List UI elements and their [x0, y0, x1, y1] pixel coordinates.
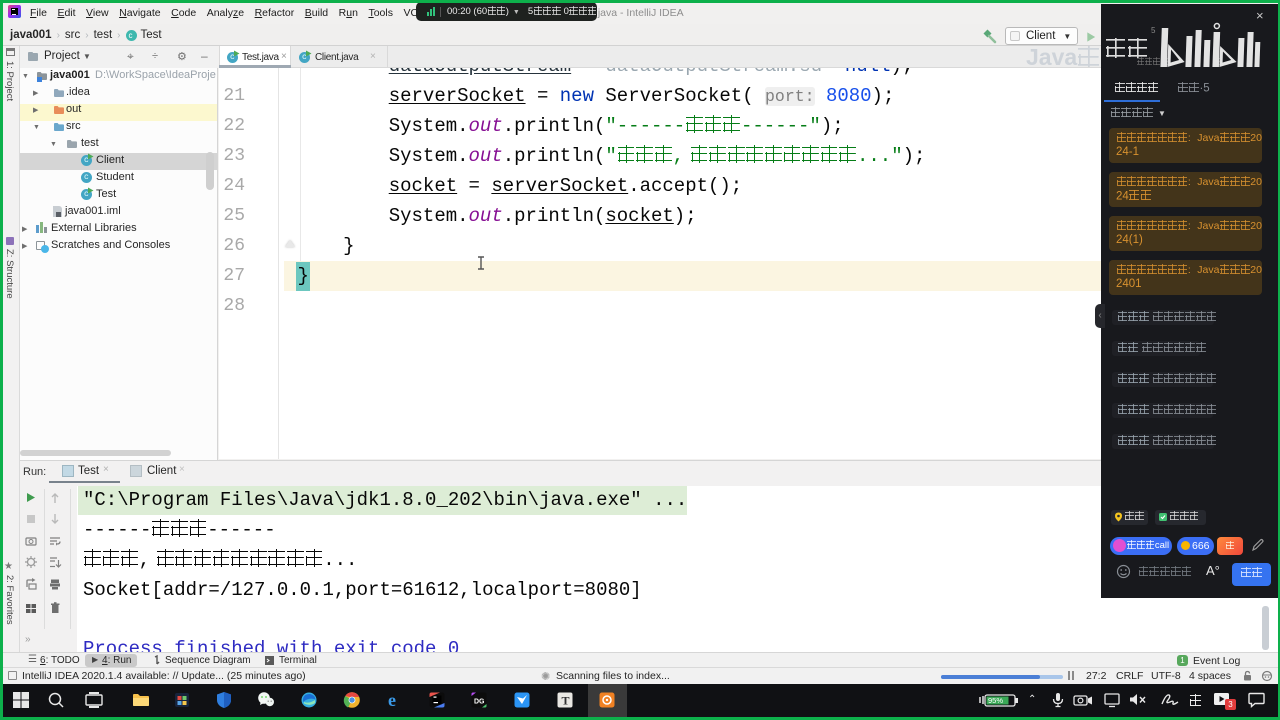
svg-text:e: e [388, 691, 396, 709]
svg-text:DG: DG [474, 699, 485, 706]
svg-text:T: T [562, 694, 570, 708]
svg-text:95%: 95% [988, 696, 1003, 705]
